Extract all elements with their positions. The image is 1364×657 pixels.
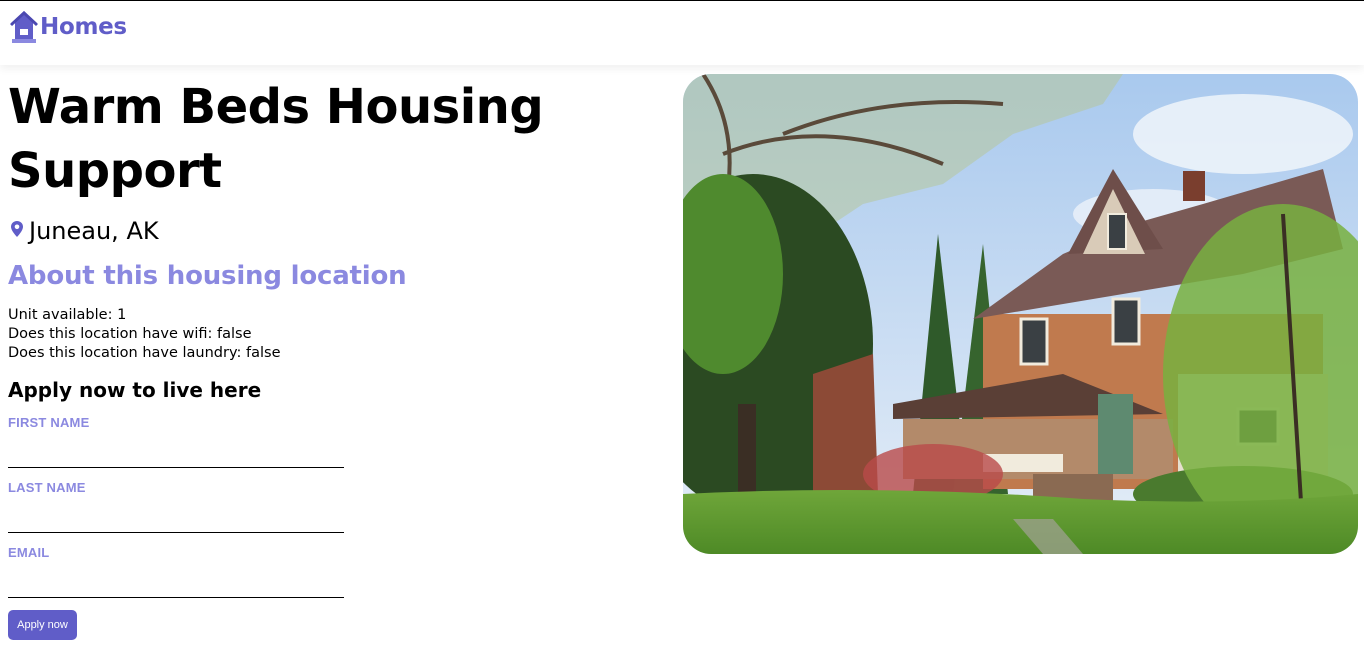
about-heading: About this housing location — [8, 261, 407, 291]
top-bar: Homes — [0, 1, 1364, 65]
email-input[interactable] — [8, 571, 344, 598]
laundry-info: Does this location have laundry: false — [8, 345, 281, 361]
location-text: Juneau, AK — [29, 217, 159, 245]
first-name-label: FIRST NAME — [8, 415, 90, 430]
last-name-input[interactable] — [8, 506, 344, 533]
house-photo — [683, 74, 1358, 554]
first-name-input[interactable] — [8, 441, 344, 468]
email-label: EMAIL — [8, 545, 50, 560]
last-name-label: LAST NAME — [8, 480, 86, 495]
listing-location: Juneau, AK — [10, 217, 159, 245]
house-icon — [9, 9, 39, 45]
apply-now-button[interactable]: Apply now — [8, 610, 77, 640]
wifi-info: Does this location have wifi: false — [8, 326, 252, 342]
map-pin-icon — [10, 220, 24, 242]
brand-name: Homes — [40, 14, 127, 40]
units-available: Unit available: 1 — [8, 307, 127, 323]
page-title: Warm Beds Housing Support — [8, 79, 544, 199]
home-link[interactable]: Homes — [9, 9, 127, 45]
listing-facts: Unit available: 1 Does this location hav… — [8, 306, 281, 363]
apply-heading: Apply now to live here — [8, 378, 262, 402]
